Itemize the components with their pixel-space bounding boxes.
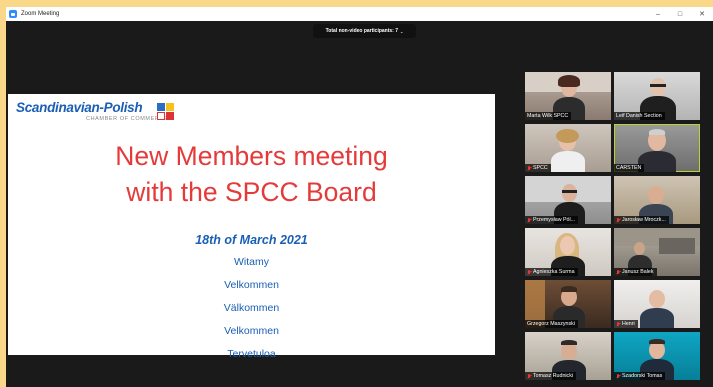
video-tile[interactable]: Przemysław Pól... bbox=[525, 176, 611, 224]
zoom-window: Zoom Meeting – □ ✕ Total non-video parti… bbox=[6, 7, 713, 387]
participant-name-label: Przemysław Pól... bbox=[525, 216, 579, 224]
greeting-swedish: Välkommen bbox=[223, 302, 280, 314]
muted-mic-icon bbox=[616, 373, 620, 379]
video-tile[interactable]: SPCC bbox=[525, 124, 611, 172]
participant-name-label: Agnieszka Surma bbox=[525, 268, 578, 276]
window-title: Zoom Meeting bbox=[21, 11, 60, 17]
participants-pill-label: Total non-video participants: 7 bbox=[325, 28, 399, 34]
logo-subtitle: CHAMBER OF COMMERCE bbox=[86, 116, 169, 122]
video-tile[interactable]: Grzegorz Maszynski bbox=[525, 280, 611, 328]
slide-title-line-1: New Members meeting bbox=[115, 141, 388, 171]
greeting-norwegian: Velkommen bbox=[224, 325, 279, 337]
zoom-app-icon bbox=[9, 10, 17, 18]
participant-name-label: Leif Danish Section bbox=[614, 112, 665, 120]
video-tile[interactable]: Janusz Balek bbox=[614, 228, 700, 276]
muted-mic-icon bbox=[527, 217, 531, 223]
video-tile[interactable]: Leif Danish Section bbox=[614, 72, 700, 120]
video-tile-active-speaker[interactable]: CARSTEN bbox=[614, 124, 700, 172]
video-tile[interactable]: Henri bbox=[614, 280, 700, 328]
shared-screen-slide: Scandinavian-Polish CHAMBER OF COMMERCE … bbox=[8, 94, 495, 360]
greeting-polish: Witamy bbox=[234, 256, 269, 268]
participant-name-label: CARSTEN bbox=[614, 164, 645, 172]
muted-mic-icon bbox=[616, 321, 620, 327]
close-icon[interactable]: ✕ bbox=[691, 7, 713, 21]
window-controls: – □ ✕ bbox=[647, 7, 713, 21]
video-tile[interactable]: Agnieszka Surma bbox=[525, 228, 611, 276]
participant-name-label: SPCC bbox=[525, 164, 551, 172]
greeting-finnish: Tervetuloa bbox=[227, 348, 276, 360]
spcc-logo: Scandinavian-Polish CHAMBER OF COMMERCE bbox=[16, 100, 174, 122]
non-video-participants-button[interactable]: Total non-video participants: 7 ⌄ bbox=[313, 24, 416, 38]
muted-mic-icon bbox=[527, 373, 531, 379]
muted-mic-icon bbox=[527, 165, 531, 171]
chevron-down-icon: ⌄ bbox=[400, 28, 404, 34]
slide-title-line-2: with the SPCC Board bbox=[126, 177, 377, 207]
participant-name-label: Henri bbox=[614, 320, 638, 328]
muted-mic-icon bbox=[527, 269, 531, 275]
participant-name-label: Jarosław Mroczk... bbox=[614, 216, 669, 224]
participant-name-label: Tomasz Rudnicki bbox=[525, 372, 577, 380]
logo-flags-icon bbox=[157, 103, 174, 120]
video-tile[interactable]: Jarosław Mroczk... bbox=[614, 176, 700, 224]
video-tile[interactable]: Marta Wilk SPCC bbox=[525, 72, 611, 120]
minimize-icon[interactable]: – bbox=[647, 7, 669, 21]
video-tile[interactable]: Tomasz Rudnicki bbox=[525, 332, 611, 380]
title-bar: Zoom Meeting – □ ✕ bbox=[6, 7, 713, 21]
muted-mic-icon bbox=[616, 269, 620, 275]
logo-wordmark: Scandinavian-Polish bbox=[16, 100, 143, 115]
greeting-danish: Velkommen bbox=[224, 279, 279, 291]
slide-title: New Members meeting with the SPCC Board bbox=[8, 138, 495, 210]
video-tile[interactable]: Szadorski Tomas bbox=[614, 332, 700, 380]
participant-name-label: Grzegorz Maszynski bbox=[525, 320, 578, 328]
slide-date: 18th of March 2021 bbox=[195, 233, 308, 247]
participant-name-label: Marta Wilk SPCC bbox=[525, 112, 572, 120]
participant-name-label: Szadorski Tomas bbox=[614, 372, 666, 380]
muted-mic-icon bbox=[616, 217, 620, 223]
maximize-icon[interactable]: □ bbox=[669, 7, 691, 21]
participant-name-label: Janusz Balek bbox=[614, 268, 657, 276]
